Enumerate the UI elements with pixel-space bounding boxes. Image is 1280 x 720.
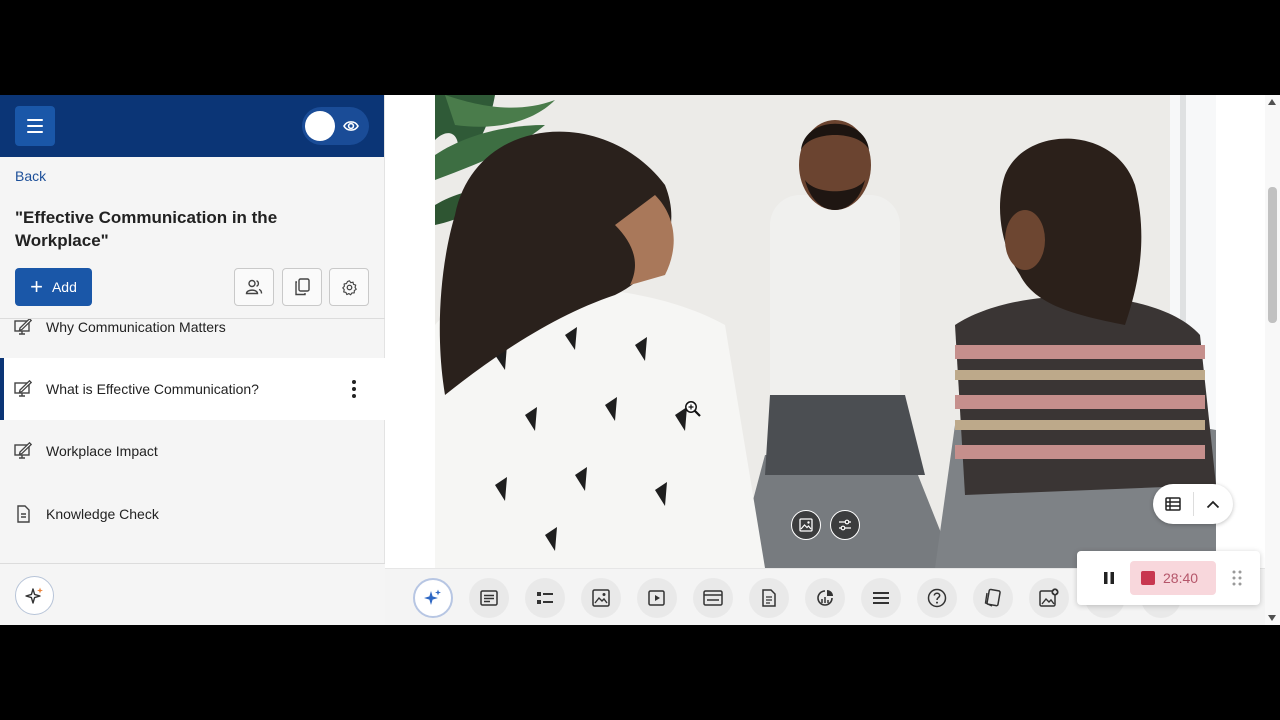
lesson-image[interactable] xyxy=(435,95,1216,568)
flashcards-icon xyxy=(984,588,1001,607)
table-view-button[interactable] xyxy=(1153,484,1193,524)
sidebar-header xyxy=(0,95,384,157)
divider-block-button[interactable] xyxy=(861,578,901,618)
zoom-cursor-icon xyxy=(685,401,701,417)
lesson-item-label: What is Effective Communication? xyxy=(46,381,259,397)
question-block-icon xyxy=(927,588,947,608)
ai-sparkle-icon xyxy=(424,589,441,605)
ai-sparkle-icon xyxy=(24,587,43,604)
hamburger-line-icon xyxy=(27,125,43,127)
add-button[interactable]: + Add xyxy=(15,268,92,306)
stop-recording-button[interactable]: 28:40 xyxy=(1130,561,1216,595)
embed-block-button[interactable] xyxy=(693,578,733,618)
drag-handle-icon[interactable] xyxy=(1231,568,1243,588)
hamburger-line-icon xyxy=(27,119,43,121)
eye-icon xyxy=(343,121,359,131)
text-block-button[interactable] xyxy=(469,578,509,618)
chart-block-icon xyxy=(817,590,833,606)
image-settings-button[interactable] xyxy=(830,510,860,540)
browser-embed-icon xyxy=(703,590,723,606)
plus-icon: + xyxy=(30,274,43,299)
scroll-up-icon[interactable] xyxy=(1268,99,1276,105)
app-window: Back "Effective Communication in the Wor… xyxy=(0,95,1280,625)
screen-recorder: 28:40 xyxy=(1077,551,1260,605)
lesson-item-label: Why Communication Matters xyxy=(46,319,226,335)
course-sidebar: Back "Effective Communication in the Wor… xyxy=(0,95,385,625)
course-title: "Effective Communication in the Workplac… xyxy=(15,208,278,250)
scroll-thumb[interactable] xyxy=(1268,187,1277,323)
replace-image-button[interactable] xyxy=(791,510,821,540)
duplicate-button[interactable] xyxy=(282,268,322,306)
video-block-button[interactable] xyxy=(637,578,677,618)
sliders-icon xyxy=(839,519,851,531)
stop-icon xyxy=(1141,571,1155,585)
lesson-item-what-is-effective-communication[interactable]: What is Effective Communication? xyxy=(0,358,385,420)
pause-icon[interactable] xyxy=(1101,569,1117,587)
ai-generate-block-button[interactable] xyxy=(413,578,453,618)
meeting-photo xyxy=(435,95,1216,568)
image-add-icon xyxy=(1039,588,1059,607)
more-options-icon[interactable] xyxy=(351,380,357,398)
document-icon xyxy=(17,505,30,523)
collaborators-button[interactable] xyxy=(234,268,274,306)
video-block-icon xyxy=(648,590,665,606)
image-block-button[interactable] xyxy=(581,578,621,618)
preview-toggle[interactable] xyxy=(302,107,369,145)
divider-block-icon xyxy=(873,592,889,604)
image-icon xyxy=(799,518,813,532)
lesson-item-label: Workplace Impact xyxy=(46,443,158,459)
flashcards-block-button[interactable] xyxy=(973,578,1013,618)
collapse-button[interactable] xyxy=(1193,484,1233,524)
lesson-item-why-communication-matters[interactable]: Why Communication Matters xyxy=(0,319,385,358)
document-block-button[interactable] xyxy=(749,578,789,618)
copy-icon xyxy=(295,278,310,296)
list-block-icon xyxy=(537,592,553,604)
sidebar-footer xyxy=(0,563,385,625)
page-scrollbar[interactable] xyxy=(1265,95,1280,625)
settings-button[interactable] xyxy=(329,268,369,306)
add-button-label: Add xyxy=(51,279,77,295)
back-link[interactable]: Back xyxy=(15,168,46,184)
list-block-button[interactable] xyxy=(525,578,565,618)
text-block-icon xyxy=(480,590,498,606)
scroll-down-icon[interactable] xyxy=(1268,615,1276,621)
toggle-knob xyxy=(305,111,335,141)
hamburger-menu-button[interactable] xyxy=(15,106,55,146)
view-controls xyxy=(1153,484,1233,524)
chevron-up-icon xyxy=(1206,500,1220,508)
lesson-editor xyxy=(385,95,1265,625)
lesson-item-knowledge-check[interactable]: Knowledge Check xyxy=(0,483,385,545)
lesson-edit-icon xyxy=(14,319,32,335)
lesson-item-workplace-impact[interactable]: Workplace Impact xyxy=(0,420,385,482)
lesson-edit-icon xyxy=(14,442,32,459)
document-block-icon xyxy=(762,589,776,607)
users-icon xyxy=(245,279,263,295)
lesson-item-label: Knowledge Check xyxy=(46,506,159,522)
gear-icon xyxy=(341,279,357,295)
lesson-list: Why Communication Matters What is Effect… xyxy=(0,318,385,563)
lesson-edit-icon xyxy=(14,380,32,397)
table-icon xyxy=(1165,497,1181,511)
chart-block-button[interactable] xyxy=(805,578,845,618)
image-block-icon xyxy=(592,589,610,607)
recording-time: 28:40 xyxy=(1163,570,1199,586)
hamburger-line-icon xyxy=(27,131,43,133)
ai-assistant-button[interactable] xyxy=(15,576,54,615)
question-block-button[interactable] xyxy=(917,578,957,618)
image-add-block-button[interactable] xyxy=(1029,578,1069,618)
